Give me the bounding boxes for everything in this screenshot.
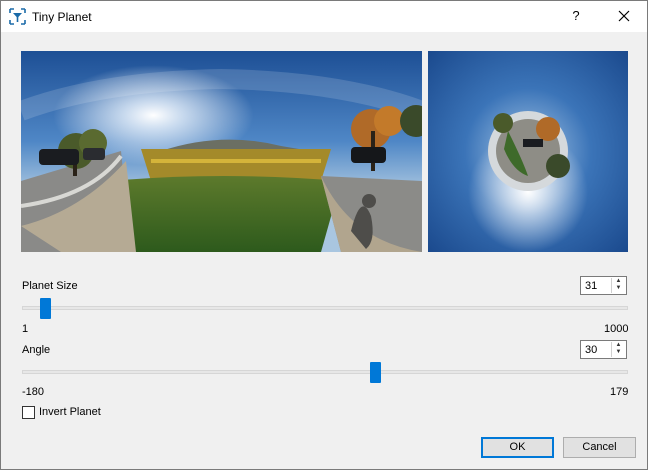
planet-size-slider-track[interactable] <box>22 306 628 310</box>
angle-min-label: -180 <box>22 386 45 398</box>
invert-planet-label[interactable]: Invert Planet <box>39 406 101 418</box>
ok-button[interactable]: OK <box>481 437 554 458</box>
planet-size-max-label: 1000 <box>604 323 629 335</box>
angle-slider-track[interactable] <box>22 370 628 374</box>
angle-label: Angle <box>22 344 51 356</box>
planet-size-label: Planet Size <box>22 280 78 292</box>
planet-size-min-label: 1 <box>22 323 29 335</box>
angle-max-label: 179 <box>610 386 629 398</box>
help-button[interactable]: ? <box>561 5 591 27</box>
planet-size-spinbox[interactable]: 31 ▲ ▼ <box>580 276 627 295</box>
angle-spinbox[interactable]: 30 ▲ ▼ <box>580 340 627 359</box>
planet-size-slider-handle[interactable] <box>39 298 51 319</box>
title-bar: Tiny Planet ? <box>1 1 647 32</box>
panorama-preview <box>21 51 422 252</box>
spin-down-icon[interactable]: ▼ <box>612 285 625 292</box>
spin-down-icon[interactable]: ▼ <box>612 349 625 356</box>
tiny-planet-preview <box>428 51 628 252</box>
invert-planet-checkbox[interactable] <box>22 406 35 419</box>
angle-value[interactable]: 30 <box>585 344 597 356</box>
tiny-planet-dialog: Tiny Planet ? Planet Size 31 ▲ ▼ 1 1000 … <box>0 0 648 470</box>
tiny-planet-app-icon <box>9 8 26 25</box>
spin-up-icon[interactable]: ▲ <box>612 278 625 285</box>
spin-up-icon[interactable]: ▲ <box>612 342 625 349</box>
close-icon[interactable] <box>609 5 639 27</box>
planet-size-spin-arrows[interactable]: ▲ ▼ <box>611 278 625 293</box>
angle-slider-handle[interactable] <box>370 362 382 383</box>
window-title: Tiny Planet <box>32 10 92 24</box>
planet-size-value[interactable]: 31 <box>585 280 597 292</box>
angle-spin-arrows[interactable]: ▲ ▼ <box>611 342 625 357</box>
cancel-button[interactable]: Cancel <box>563 437 636 458</box>
